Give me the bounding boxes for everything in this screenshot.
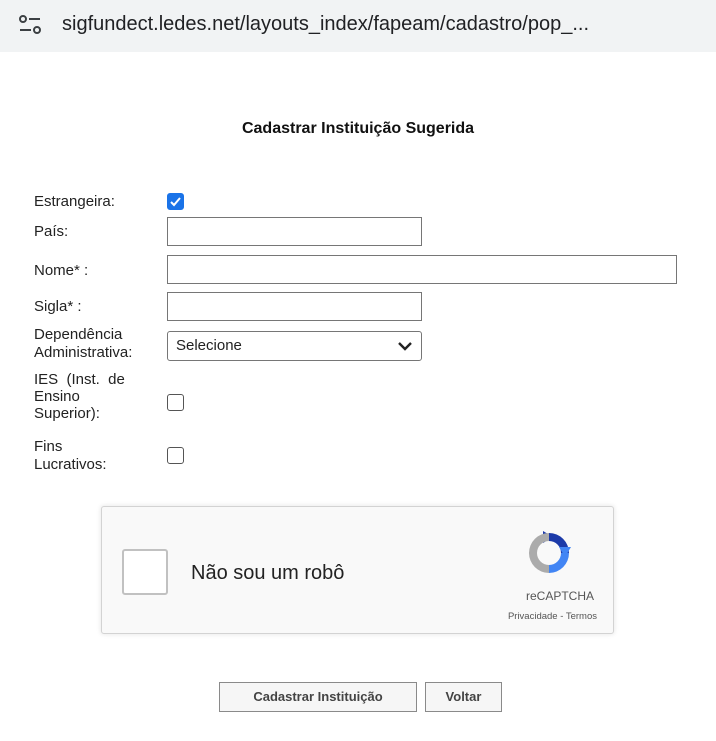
recaptcha-brand: reCAPTCHA (525, 589, 594, 603)
ies-checkbox[interactable] (167, 394, 184, 411)
dependencia-label-line2: Administrativa: (34, 344, 133, 361)
chevron-down-icon (398, 342, 412, 351)
ies-label-line2: Ensino (34, 388, 80, 405)
voltar-button[interactable]: Voltar (425, 682, 502, 712)
recaptcha-checkbox[interactable] (122, 549, 168, 595)
fins-label-line2: Lucrativos: (34, 456, 107, 473)
cadastrar-instituicao-button[interactable]: Cadastrar Instituição (219, 682, 417, 712)
address-bar[interactable]: sigfundect.ledes.net/layouts_index/fapea… (0, 0, 716, 52)
recaptcha-privacy-terms-links[interactable]: Privacidade - Termos (452, 611, 597, 622)
sigla-label: Sigla* : (34, 298, 82, 315)
pais-label: País: (34, 223, 69, 240)
pais-input[interactable] (167, 217, 422, 246)
recaptcha-widget: Não sou um robô reCAPTCHA Privacidade - … (101, 506, 614, 634)
dependencia-select[interactable]: Selecione (167, 331, 422, 361)
estrangeira-checkbox[interactable] (167, 193, 184, 210)
estrangeira-label: Estrangeira: (34, 193, 115, 210)
ies-label-line1: IES (Inst. de (34, 371, 125, 388)
dependencia-selected-value: Selecione (176, 337, 242, 354)
fins-label-line1: Fins (34, 438, 63, 455)
nome-label: Nome* : (34, 262, 89, 279)
recaptcha-logo-icon (529, 531, 571, 573)
sigla-input[interactable] (167, 292, 422, 321)
recaptcha-label: Não sou um robô (191, 562, 345, 584)
checkmark-icon (170, 197, 181, 207)
dependencia-label-line1: Dependência (34, 326, 123, 343)
fins-checkbox[interactable] (167, 447, 184, 464)
site-settings-icon[interactable] (18, 14, 42, 36)
url-text[interactable]: sigfundect.ledes.net/layouts_index/fapea… (62, 13, 589, 36)
form-page: Cadastrar Instituição Sugerida Estrangei… (0, 52, 716, 741)
nome-input[interactable] (167, 255, 677, 284)
ies-label-line3: Superior): (34, 405, 100, 422)
page-title: Cadastrar Instituição Sugerida (241, 120, 475, 137)
